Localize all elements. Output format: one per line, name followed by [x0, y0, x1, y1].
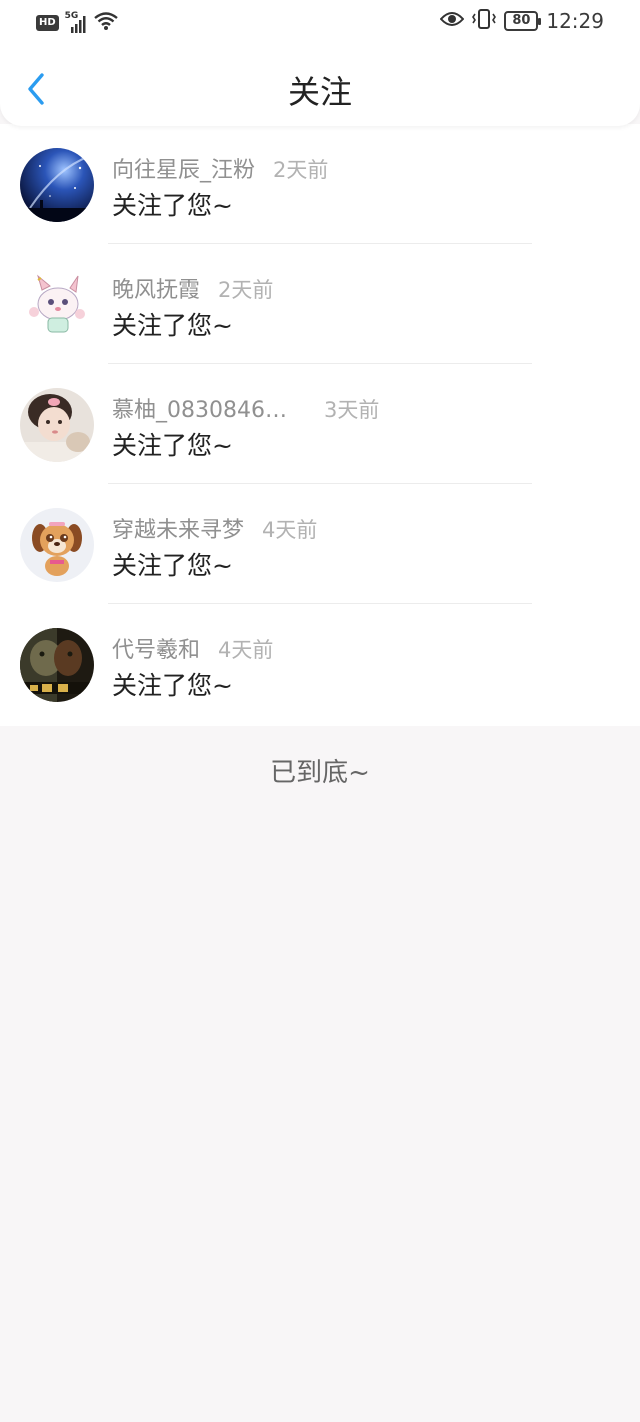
- status-bar: HD 5G 80 12:29: [0, 0, 640, 44]
- hd-badge: HD: [36, 15, 59, 31]
- message-text: 关注了您~: [112, 671, 233, 700]
- message-text: 关注了您~: [112, 431, 233, 460]
- list-item[interactable]: 穿越未来寻梦 4天前 关注了您~: [0, 484, 640, 604]
- end-of-list-text: 已到底~: [270, 758, 370, 788]
- message-text: 关注了您~: [112, 191, 233, 220]
- wifi-icon: [93, 11, 119, 35]
- list-item[interactable]: 晚风抚霞 2天前 关注了您~: [0, 244, 640, 364]
- avatar[interactable]: [20, 148, 94, 222]
- user-name[interactable]: 向往星辰_汪粉: [112, 152, 255, 184]
- timestamp: 4天前: [262, 518, 318, 542]
- clock: 12:29: [546, 9, 604, 33]
- avatar[interactable]: [20, 628, 94, 702]
- avatar[interactable]: [20, 388, 94, 462]
- name-line: 代号羲和 4天前: [112, 632, 273, 664]
- status-left: HD 5G: [36, 11, 119, 35]
- avatar[interactable]: [20, 508, 94, 582]
- battery-icon: 80: [504, 11, 542, 31]
- list-item[interactable]: 慕柚_08308466... 3天前 关注了您~: [0, 364, 640, 484]
- name-line: 慕柚_08308466... 3天前: [112, 392, 379, 424]
- timestamp: 3天前: [324, 398, 380, 422]
- timestamp: 2天前: [273, 158, 329, 182]
- avatar[interactable]: [20, 268, 94, 342]
- list-item[interactable]: 代号羲和 4天前 关注了您~: [0, 604, 640, 724]
- timestamp: 4天前: [218, 638, 274, 662]
- signal-icon: 5G: [65, 11, 87, 33]
- user-name[interactable]: 代号羲和: [112, 632, 200, 664]
- list-item[interactable]: 向往星辰_汪粉 2天前 关注了您~: [0, 124, 640, 244]
- name-line: 穿越未来寻梦 4天前: [112, 512, 317, 544]
- vibrate-icon: [472, 9, 497, 33]
- eye-icon: [440, 10, 465, 32]
- app-header: HD 5G 80 12:29 关注: [0, 0, 640, 126]
- user-name[interactable]: 慕柚_08308466...: [112, 392, 298, 424]
- message-text: 关注了您~: [112, 551, 233, 580]
- name-line: 晚风抚霞 2天前: [112, 272, 273, 304]
- status-right: 80 12:29: [440, 9, 604, 33]
- message-text: 关注了您~: [112, 311, 233, 340]
- user-name[interactable]: 晚风抚霞: [112, 272, 200, 304]
- name-line: 向往星辰_汪粉 2天前: [112, 152, 328, 184]
- page-title: 关注: [287, 73, 352, 111]
- user-name[interactable]: 穿越未来寻梦: [112, 512, 244, 544]
- notification-list: 向往星辰_汪粉 2天前 关注了您~ 晚风抚霞 2天前 关注了您~ 慕柚_0830…: [0, 124, 640, 726]
- timestamp: 2天前: [218, 278, 274, 302]
